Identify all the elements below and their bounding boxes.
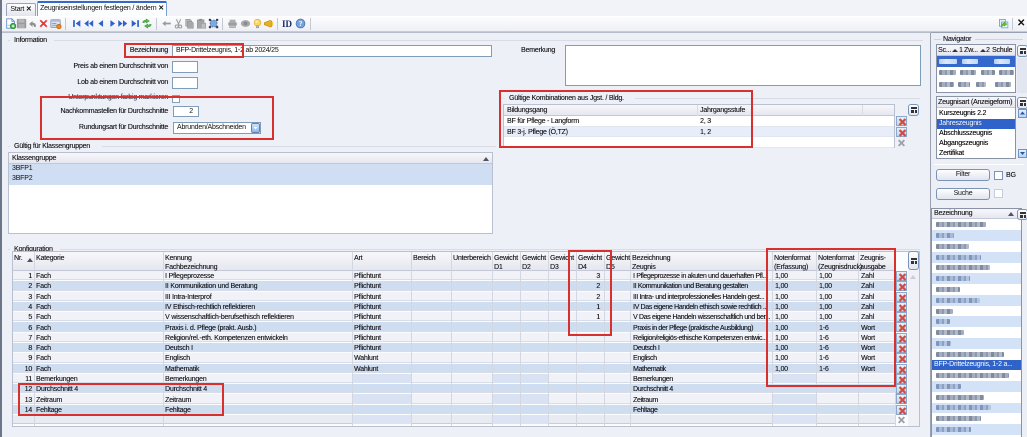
svg-text:?: ? [299,20,303,28]
